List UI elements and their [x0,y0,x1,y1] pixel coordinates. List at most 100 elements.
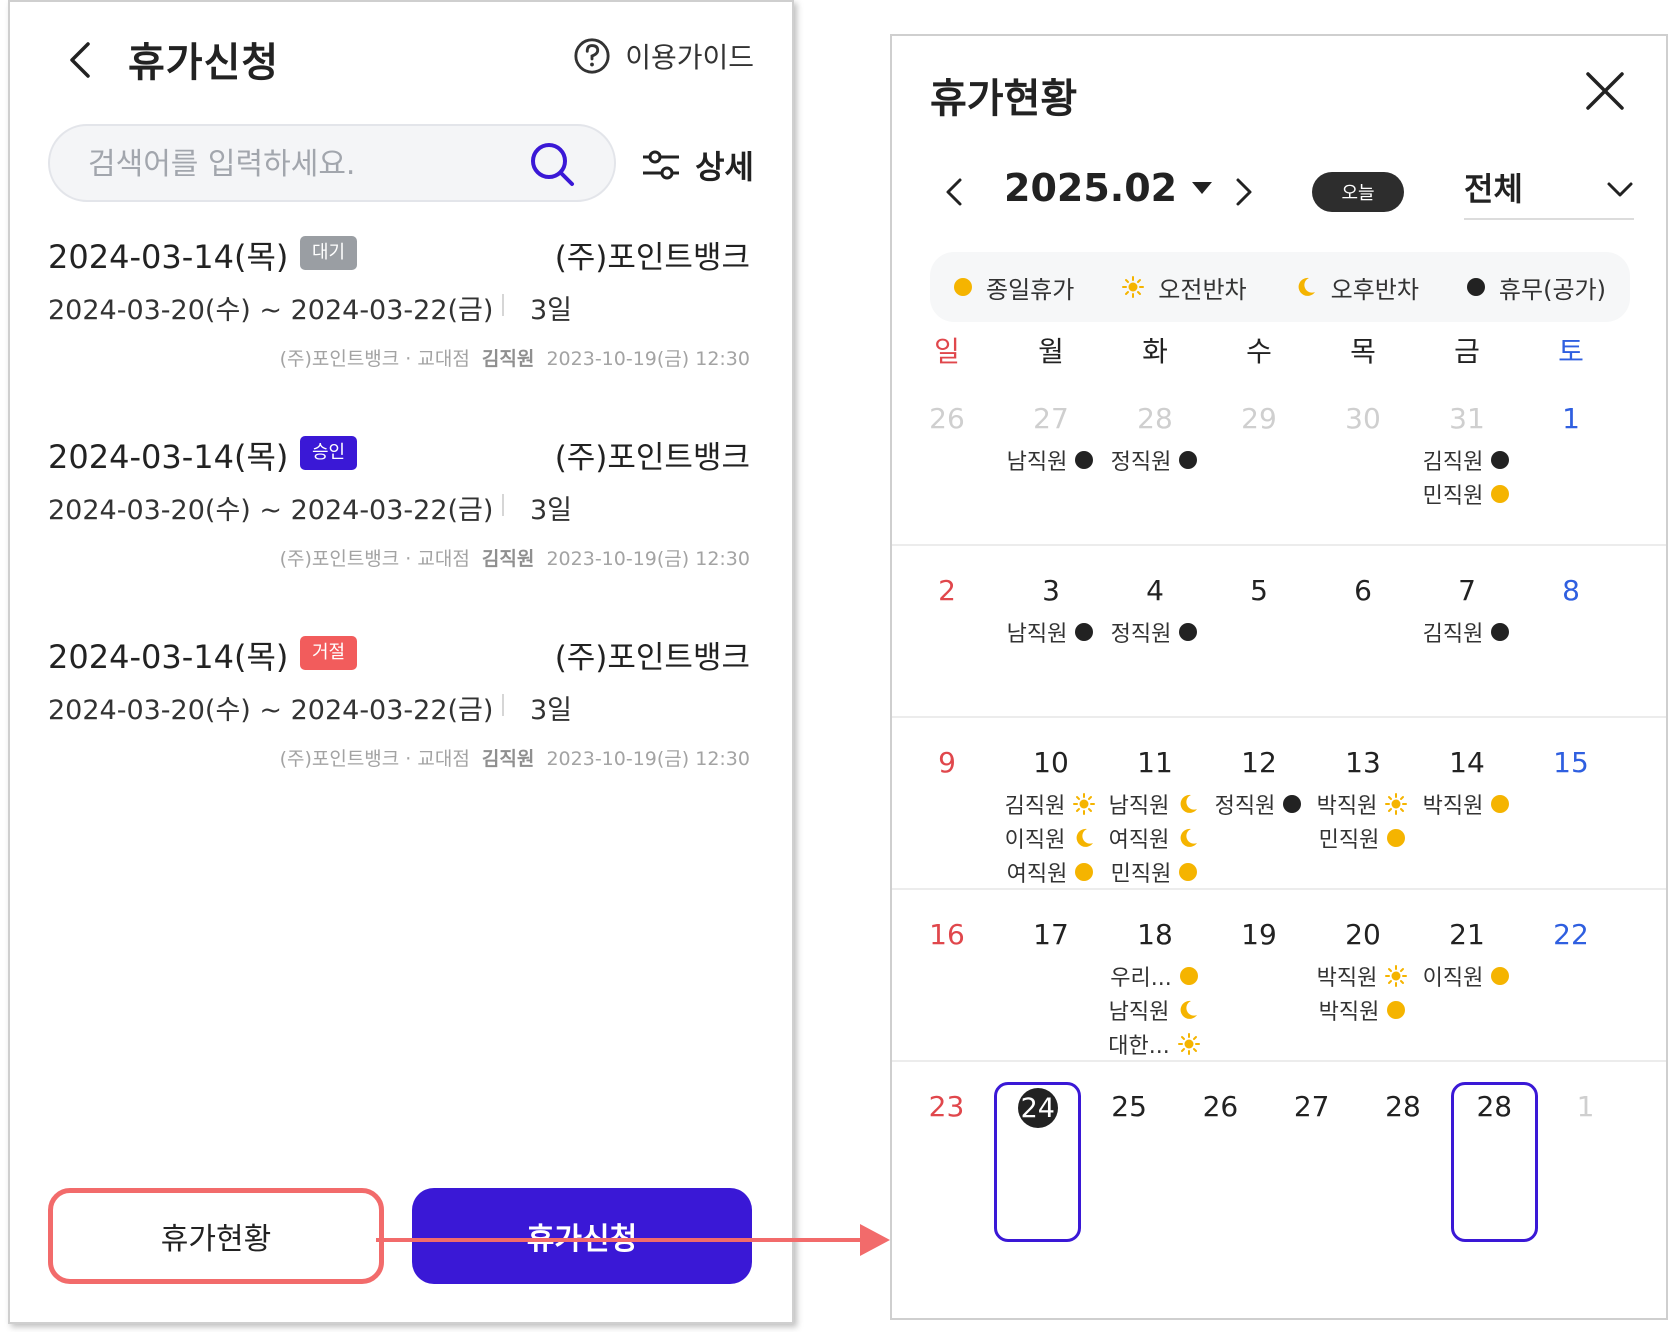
day-number[interactable]: 23 [901,1090,992,1123]
day-off-dot-icon [1466,278,1485,296]
event-name: 남직원 [1006,622,1068,647]
list-item[interactable]: 2024-03-14(목) 대기 (주)포인트뱅크 2024-03-20(수) … [48,232,750,412]
day-number[interactable]: 3 [996,574,1106,607]
prev-month-icon[interactable] [940,174,970,210]
search-icon[interactable] [528,140,576,188]
search-input[interactable] [86,126,530,202]
day-number[interactable]: 30 [1308,402,1418,435]
leave-apply-button[interactable]: 휴가신청 [412,1188,752,1284]
day-number[interactable]: 17 [996,918,1106,951]
day-number[interactable]: 20 [1308,918,1418,951]
calendar-event[interactable]: 여직원 [1098,822,1210,854]
calendar-event[interactable]: 정직원 [1098,444,1210,476]
day-number[interactable]: 27 [1266,1090,1357,1123]
day-number[interactable]: 28 [1100,402,1210,435]
day-number[interactable]: 2 [892,574,1002,607]
event-name: 여직원 [1108,828,1170,853]
weekday-header: 일 [934,335,960,368]
detail-filter-button[interactable]: 상세 [641,142,754,188]
calendar-event[interactable]: 우리... [1098,960,1210,992]
calendar-event[interactable]: 민직원 [1098,856,1210,888]
day-number[interactable]: 6 [1308,574,1418,607]
calendar-event[interactable]: 대한... [1098,1028,1210,1060]
day-number[interactable]: 15 [1516,746,1626,779]
leave-status-screen: 휴가현황 2025.02 오늘 전체 종일휴가 오전반차 오후반차 휴무(공가)… [890,34,1668,1320]
calendar-event[interactable]: 박직원 [1306,994,1418,1026]
calendar-event[interactable]: 박직원 [1306,788,1418,820]
calendar-event[interactable]: 민직원 [1410,478,1522,510]
help-icon [574,38,610,74]
day-number[interactable]: 29 [1204,402,1314,435]
day-number[interactable]: 26 [892,402,1002,435]
day-off-dot-icon [1075,623,1094,641]
day-number[interactable]: 26 [1175,1090,1266,1123]
day-number[interactable]: 1 [1540,1090,1631,1123]
day-number[interactable]: 7 [1412,574,1522,607]
day-number[interactable]: 14 [1412,746,1522,779]
back-arrow-icon[interactable] [62,40,102,80]
day-number[interactable]: 31 [1412,402,1522,435]
day-number[interactable]: 13 [1308,746,1418,779]
day-number[interactable]: 25 [1084,1090,1175,1123]
day-number[interactable]: 11 [1100,746,1210,779]
day-number[interactable]: 1 [1516,402,1626,435]
full-day-dot-icon [1179,863,1198,881]
status-badge: 승인 [300,436,358,470]
calendar-event[interactable]: 남직원 [994,444,1106,476]
day-number[interactable]: 5 [1204,574,1314,607]
calendar-event[interactable]: 정직원 [1098,616,1210,648]
full-day-dot-icon [1179,967,1198,985]
close-icon[interactable] [1584,70,1626,112]
next-month-icon[interactable] [1228,174,1258,210]
day-off-dot-icon [1179,451,1198,469]
day-number[interactable]: 8 [1516,574,1626,607]
event-name: 정직원 [1110,450,1172,475]
list-item[interactable]: 2024-03-14(목) 승인 (주)포인트뱅크 2024-03-20(수) … [48,432,750,612]
calendar-event[interactable]: 남직원 [1098,994,1210,1026]
legend: 종일휴가 오전반차 오후반차 휴무(공가) [930,252,1630,322]
event-name: 김직원 [1422,450,1484,475]
sun-icon [1385,965,1408,987]
request-meta: (주)포인트뱅크 · 교대점 김직원 2023-10-19(금) 12:30 [279,548,750,570]
day-off-dot-icon [1283,795,1302,813]
day-number[interactable]: 12 [1204,746,1314,779]
full-day-dot-icon [1491,967,1510,985]
day-number[interactable]: 18 [1100,918,1210,951]
calendar-event[interactable]: 정직원 [1202,788,1314,820]
calendar-event[interactable]: 박직원 [1410,788,1522,820]
leave-days: 3일 [530,495,573,526]
status-badge: 거절 [300,636,358,670]
calendar-event[interactable]: 이직원 [994,822,1106,854]
day-number[interactable]: 9 [892,746,1002,779]
event-name: 남직원 [1108,1000,1170,1025]
calendar-event[interactable]: 민직원 [1306,822,1418,854]
leave-status-button[interactable]: 휴가현황 [48,1188,384,1284]
calendar-event[interactable]: 남직원 [994,616,1106,648]
guide-link[interactable]: 이용가이드 [573,36,754,76]
filter-select[interactable]: 전체 [1464,164,1634,220]
day-number[interactable]: 4 [1100,574,1210,607]
day-number[interactable]: 10 [996,746,1106,779]
calendar-event[interactable]: 이직원 [1410,960,1522,992]
day-number[interactable]: 28 [1358,1090,1449,1123]
calendar-event[interactable]: 김직원 [1410,616,1522,648]
list-item[interactable]: 2024-03-14(목) 거절 (주)포인트뱅크 2024-03-20(수) … [48,632,750,812]
weekday-header: 목 [1350,335,1376,368]
today-button[interactable]: 오늘 [1312,172,1404,212]
moon-icon [1180,794,1198,813]
calendar-event[interactable]: 박직원 [1306,960,1418,992]
day-number[interactable]: 21 [1412,918,1522,951]
day-number[interactable]: 28 [1449,1090,1540,1123]
calendar-event[interactable]: 남직원 [1098,788,1210,820]
day-number[interactable]: 27 [996,402,1106,435]
calendar-event[interactable]: 여직원 [994,856,1106,888]
calendar-event[interactable]: 김직원 [1410,444,1522,476]
month-selector[interactable]: 2025.02 [1004,166,1213,210]
day-number[interactable]: 16 [892,918,1002,951]
day-number[interactable]: 19 [1204,918,1314,951]
moon-icon [1180,828,1198,847]
calendar-event[interactable]: 김직원 [994,788,1106,820]
today-day-number[interactable]: 24 [1017,1088,1058,1128]
day-number[interactable]: 22 [1516,918,1626,951]
legend-day-off: 휴무(공가) [1466,270,1606,305]
